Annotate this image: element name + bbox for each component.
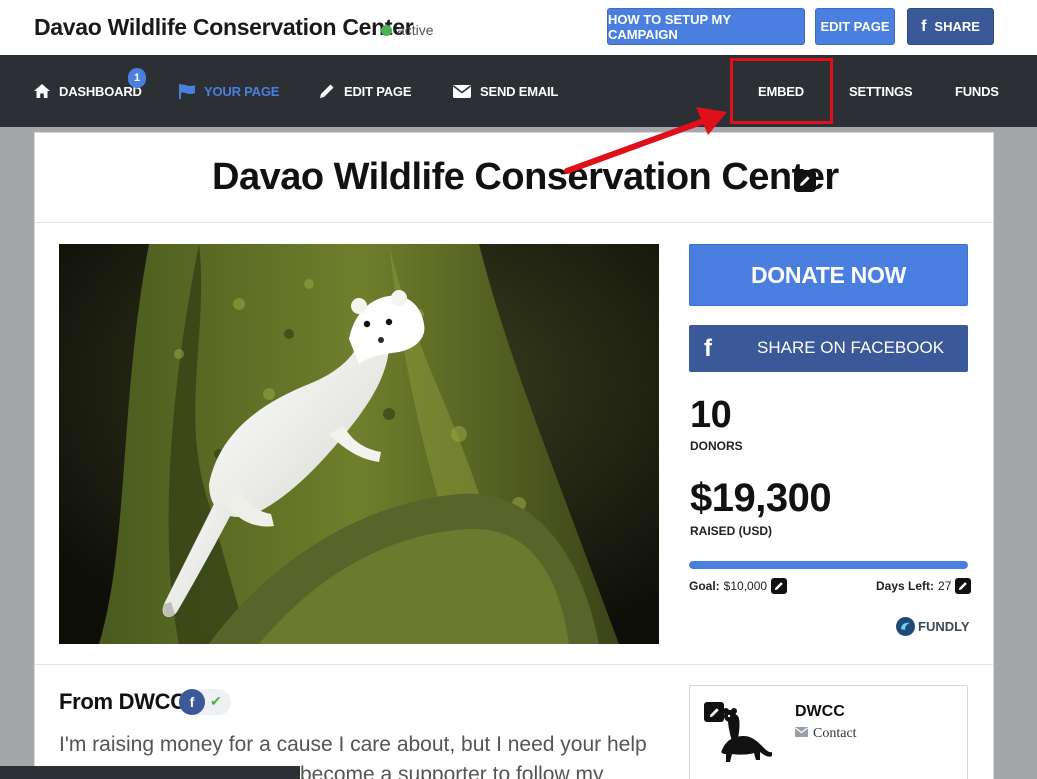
funding-progress-bar [689, 561, 968, 569]
share-on-facebook-button[interactable]: f SHARE ON FACEBOOK [689, 325, 968, 372]
nav-your-page[interactable]: YOUR PAGE [179, 55, 279, 127]
title-edit-icon[interactable] [794, 170, 816, 192]
facebook-verified-icon: f [179, 689, 205, 715]
donors-label: DONORS [690, 439, 743, 453]
top-bar: Davao Wildlife Conservation Center activ… [0, 0, 1037, 55]
goal-info: Goal: $10,000 [689, 578, 788, 594]
story-line: I'm raising money for a cause I care abo… [59, 733, 647, 756]
raised-label: RAISED (USD) [690, 524, 773, 538]
nav-edit-page[interactable]: EDIT PAGE [319, 55, 412, 127]
goal-edit-icon[interactable] [771, 578, 788, 594]
fundly-brand-text: FUNDLY [918, 619, 970, 634]
avatar-edit-icon[interactable] [704, 702, 724, 722]
home-icon [34, 84, 50, 98]
status-text: active [397, 22, 434, 38]
owner-contact-link[interactable]: Contact [795, 726, 857, 742]
pencil-icon [319, 83, 335, 99]
fundly-logo: FUNDLY [896, 617, 970, 636]
days-left-label: Days Left: [876, 579, 935, 593]
annotation-highlight-box [730, 58, 833, 124]
notification-badge: 1 [128, 68, 146, 88]
flag-icon [179, 83, 195, 99]
goal-label: Goal: [689, 579, 720, 593]
days-left-edit-icon[interactable] [955, 578, 972, 594]
donate-now-button[interactable]: DONATE NOW [689, 244, 968, 306]
funding-progress-fill [689, 561, 968, 569]
setup-guide-button[interactable]: HOW TO SETUP MY CAMPAIGN [607, 8, 805, 45]
fundly-logo-icon [896, 617, 915, 636]
nav-funds[interactable]: FUNDS [955, 55, 999, 127]
nav-edit-page-label: EDIT PAGE [344, 83, 412, 99]
facebook-icon: f [921, 17, 927, 35]
title-divider [35, 222, 993, 223]
days-left-value: 27 [938, 579, 952, 593]
nav-dashboard-label: DASHBOARD [59, 83, 142, 99]
nav-send-email-label: SEND EMAIL [480, 83, 559, 99]
campaign-photo [59, 244, 659, 644]
days-left-info: Days Left: 27 [876, 578, 972, 594]
nav-dashboard[interactable]: DASHBOARD [34, 55, 142, 127]
checkmark-icon: ✔ [210, 693, 222, 709]
section-divider [35, 664, 993, 665]
contact-label: Contact [813, 726, 857, 741]
status-indicator: active [381, 22, 434, 38]
owner-name: DWCC [795, 703, 845, 720]
envelope-icon [453, 84, 471, 98]
bottom-overlay-bar [0, 766, 300, 779]
verification-badge[interactable]: f ✔ [179, 689, 231, 715]
envelope-icon [795, 726, 808, 742]
from-owner-heading: From DWCC [59, 689, 186, 714]
nav-your-page-label: YOUR PAGE [204, 83, 280, 99]
share-button-label: SHARE [934, 19, 980, 34]
main-nav: DASHBOARD 1 YOUR PAGE EDIT PAGE SEND EMA… [0, 55, 1037, 127]
nav-send-email[interactable]: SEND EMAIL [453, 55, 558, 127]
status-dot-icon [381, 24, 392, 36]
goal-value: $10,000 [723, 579, 768, 593]
donors-count: 10 [690, 394, 732, 436]
share-button[interactable]: f SHARE [907, 8, 994, 45]
page-title: Davao Wildlife Conservation Center [212, 156, 839, 198]
edit-page-button[interactable]: EDIT PAGE [815, 8, 895, 45]
facebook-icon: f [704, 335, 712, 362]
raised-amount: $19,300 [690, 476, 832, 520]
campaign-header-title: Davao Wildlife Conservation Center [34, 14, 414, 40]
share-on-facebook-label: SHARE ON FACEBOOK [757, 338, 945, 357]
nav-settings[interactable]: SETTINGS [849, 55, 913, 127]
